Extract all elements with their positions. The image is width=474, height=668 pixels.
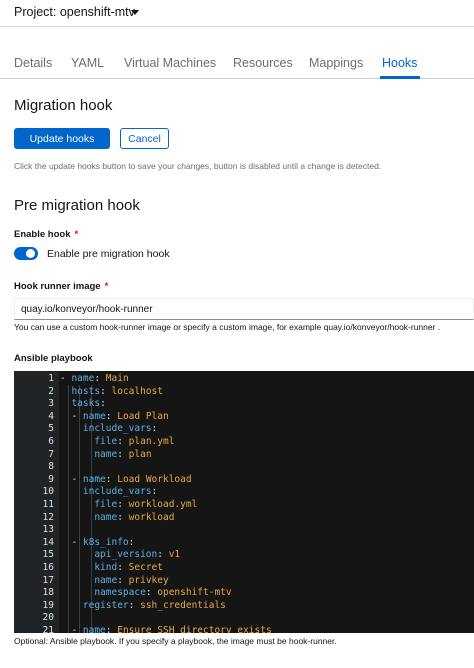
line-number: 16 <box>42 562 54 573</box>
code-text: include_vars: <box>82 486 158 498</box>
code-text: name: privkey <box>94 574 169 586</box>
line-number: 9 <box>48 473 54 485</box>
enable-hook-label: Enable hook * <box>14 229 78 240</box>
code-text: kind: Secret <box>94 562 163 573</box>
code-line: 6 file: plan.yml <box>14 436 474 449</box>
code-line: 2 hosts: localhost <box>14 386 474 399</box>
line-number: 5 <box>48 423 54 435</box>
playbook-code-editor[interactable]: 1- name: Main 2 hosts: localhost 3 tasks: 4… <box>14 371 474 633</box>
required-indicator: * <box>104 281 109 292</box>
hook-runner-image-input[interactable] <box>14 298 474 320</box>
code-text: namespace: openshift-mtv <box>94 587 232 599</box>
switch-label: Enable pre migration hook <box>47 248 170 260</box>
code-line: 10 include_vars: <box>14 486 474 499</box>
playbook-helper-text: Optional: Ansible playbook. If you speci… <box>14 636 337 646</box>
code-line: 5 include_vars: <box>14 423 474 436</box>
tab-resources[interactable]: Resources <box>233 56 293 70</box>
line-number: 19 <box>42 599 54 611</box>
code-line: 4 - name: Load Plan <box>14 411 474 424</box>
required-indicator: * <box>74 229 79 240</box>
code-text: - name: Main <box>60 373 129 384</box>
code-text: register: ssh_credentials <box>82 599 226 611</box>
code-line: 9 - name: Load Workload <box>14 474 474 487</box>
tab-details[interactable]: Details <box>14 56 52 70</box>
update-hooks-button[interactable]: Update hooks <box>14 128 110 149</box>
code-line: 7 name: plan <box>14 449 474 462</box>
code-text: - name: Ensure SSH directory exists <box>60 625 272 633</box>
tab-bar: Details YAML Virtual Machines Resources … <box>0 50 474 79</box>
code-text: file: workload.yml <box>94 499 198 510</box>
line-number: 13 <box>42 524 54 536</box>
code-line: 14 - k8s_info: <box>14 537 474 550</box>
caret-down-icon[interactable] <box>131 10 139 15</box>
hook-runner-image-label-text: Hook runner image <box>14 281 101 292</box>
active-tab-indicator <box>380 76 420 79</box>
hook-runner-image-label: Hook runner image * <box>14 281 108 292</box>
enable-hook-label-text: Enable hook <box>14 229 71 240</box>
tab-virtual-machines[interactable]: Virtual Machines <box>124 56 216 70</box>
enable-pre-migration-switch[interactable] <box>14 247 38 260</box>
line-number: 3 <box>48 398 54 410</box>
code-text: hosts: localhost <box>71 385 163 397</box>
line-number: 21 <box>42 625 54 633</box>
ansible-playbook-label: Ansible playbook <box>14 353 93 364</box>
line-number: 11 <box>42 499 54 510</box>
line-number: 6 <box>48 436 54 447</box>
line-number: 10 <box>42 486 54 498</box>
line-number: 4 <box>48 410 54 422</box>
tab-yaml[interactable]: YAML <box>71 56 104 70</box>
project-selector-bar: Project: openshift-mtv <box>0 0 474 27</box>
code-line: 3 tasks: <box>14 398 474 411</box>
project-selector[interactable]: Project: openshift-mtv <box>14 5 135 19</box>
line-number: 12 <box>42 511 54 523</box>
line-number: 7 <box>48 448 54 460</box>
update-helper-text: Click the update hooks button to save yo… <box>14 161 382 171</box>
switch-knob <box>26 249 35 258</box>
code-line: 11 file: workload.yml <box>14 499 474 512</box>
code-text: tasks: <box>71 398 106 410</box>
line-number: 20 <box>42 612 54 624</box>
tab-hooks[interactable]: Hooks <box>382 56 417 70</box>
code-text: - k8s_info: <box>60 536 135 548</box>
code-line: 1 - name: Main <box>14 373 474 386</box>
tab-mappings[interactable]: Mappings <box>309 56 363 70</box>
code-text: api_version: v1 <box>94 549 181 561</box>
code-text: include_vars: <box>82 423 158 435</box>
image-helper-text: You can use a custom hook-runner image o… <box>14 322 441 332</box>
code-text: - name: Load Workload <box>60 473 192 485</box>
code-text: file: plan.yml <box>94 436 175 447</box>
code-text: - name: Load Plan <box>60 410 169 422</box>
code-line: 16 kind: Secret <box>14 562 474 575</box>
cancel-button[interactable]: Cancel <box>120 128 169 149</box>
code-line: 20 <box>14 612 474 625</box>
code-line: 13 <box>14 524 474 537</box>
migration-hook-title: Migration hook <box>14 97 113 114</box>
code-line: 17 name: privkey <box>14 575 474 588</box>
line-number: 15 <box>42 549 54 561</box>
code-line: 19 register: ssh_credentials <box>14 600 474 613</box>
line-number: 8 <box>48 461 54 473</box>
line-number: 17 <box>42 574 54 586</box>
line-number: 18 <box>42 587 54 599</box>
line-number: 2 <box>48 385 54 397</box>
pre-migration-hook-title: Pre migration hook <box>14 197 140 214</box>
line-number: 1 <box>48 373 54 384</box>
code-line: 12 name: workload <box>14 512 474 525</box>
code-line: 21 - name: Ensure SSH directory exists <box>14 625 474 633</box>
code-text: name: workload <box>94 511 175 523</box>
code-line: 18 namespace: openshift-mtv <box>14 587 474 600</box>
code-line: 15 api_version: v1 <box>14 549 474 562</box>
line-number: 14 <box>42 536 54 548</box>
code-text: name: plan <box>94 448 152 460</box>
code-line: 8 <box>14 461 474 474</box>
